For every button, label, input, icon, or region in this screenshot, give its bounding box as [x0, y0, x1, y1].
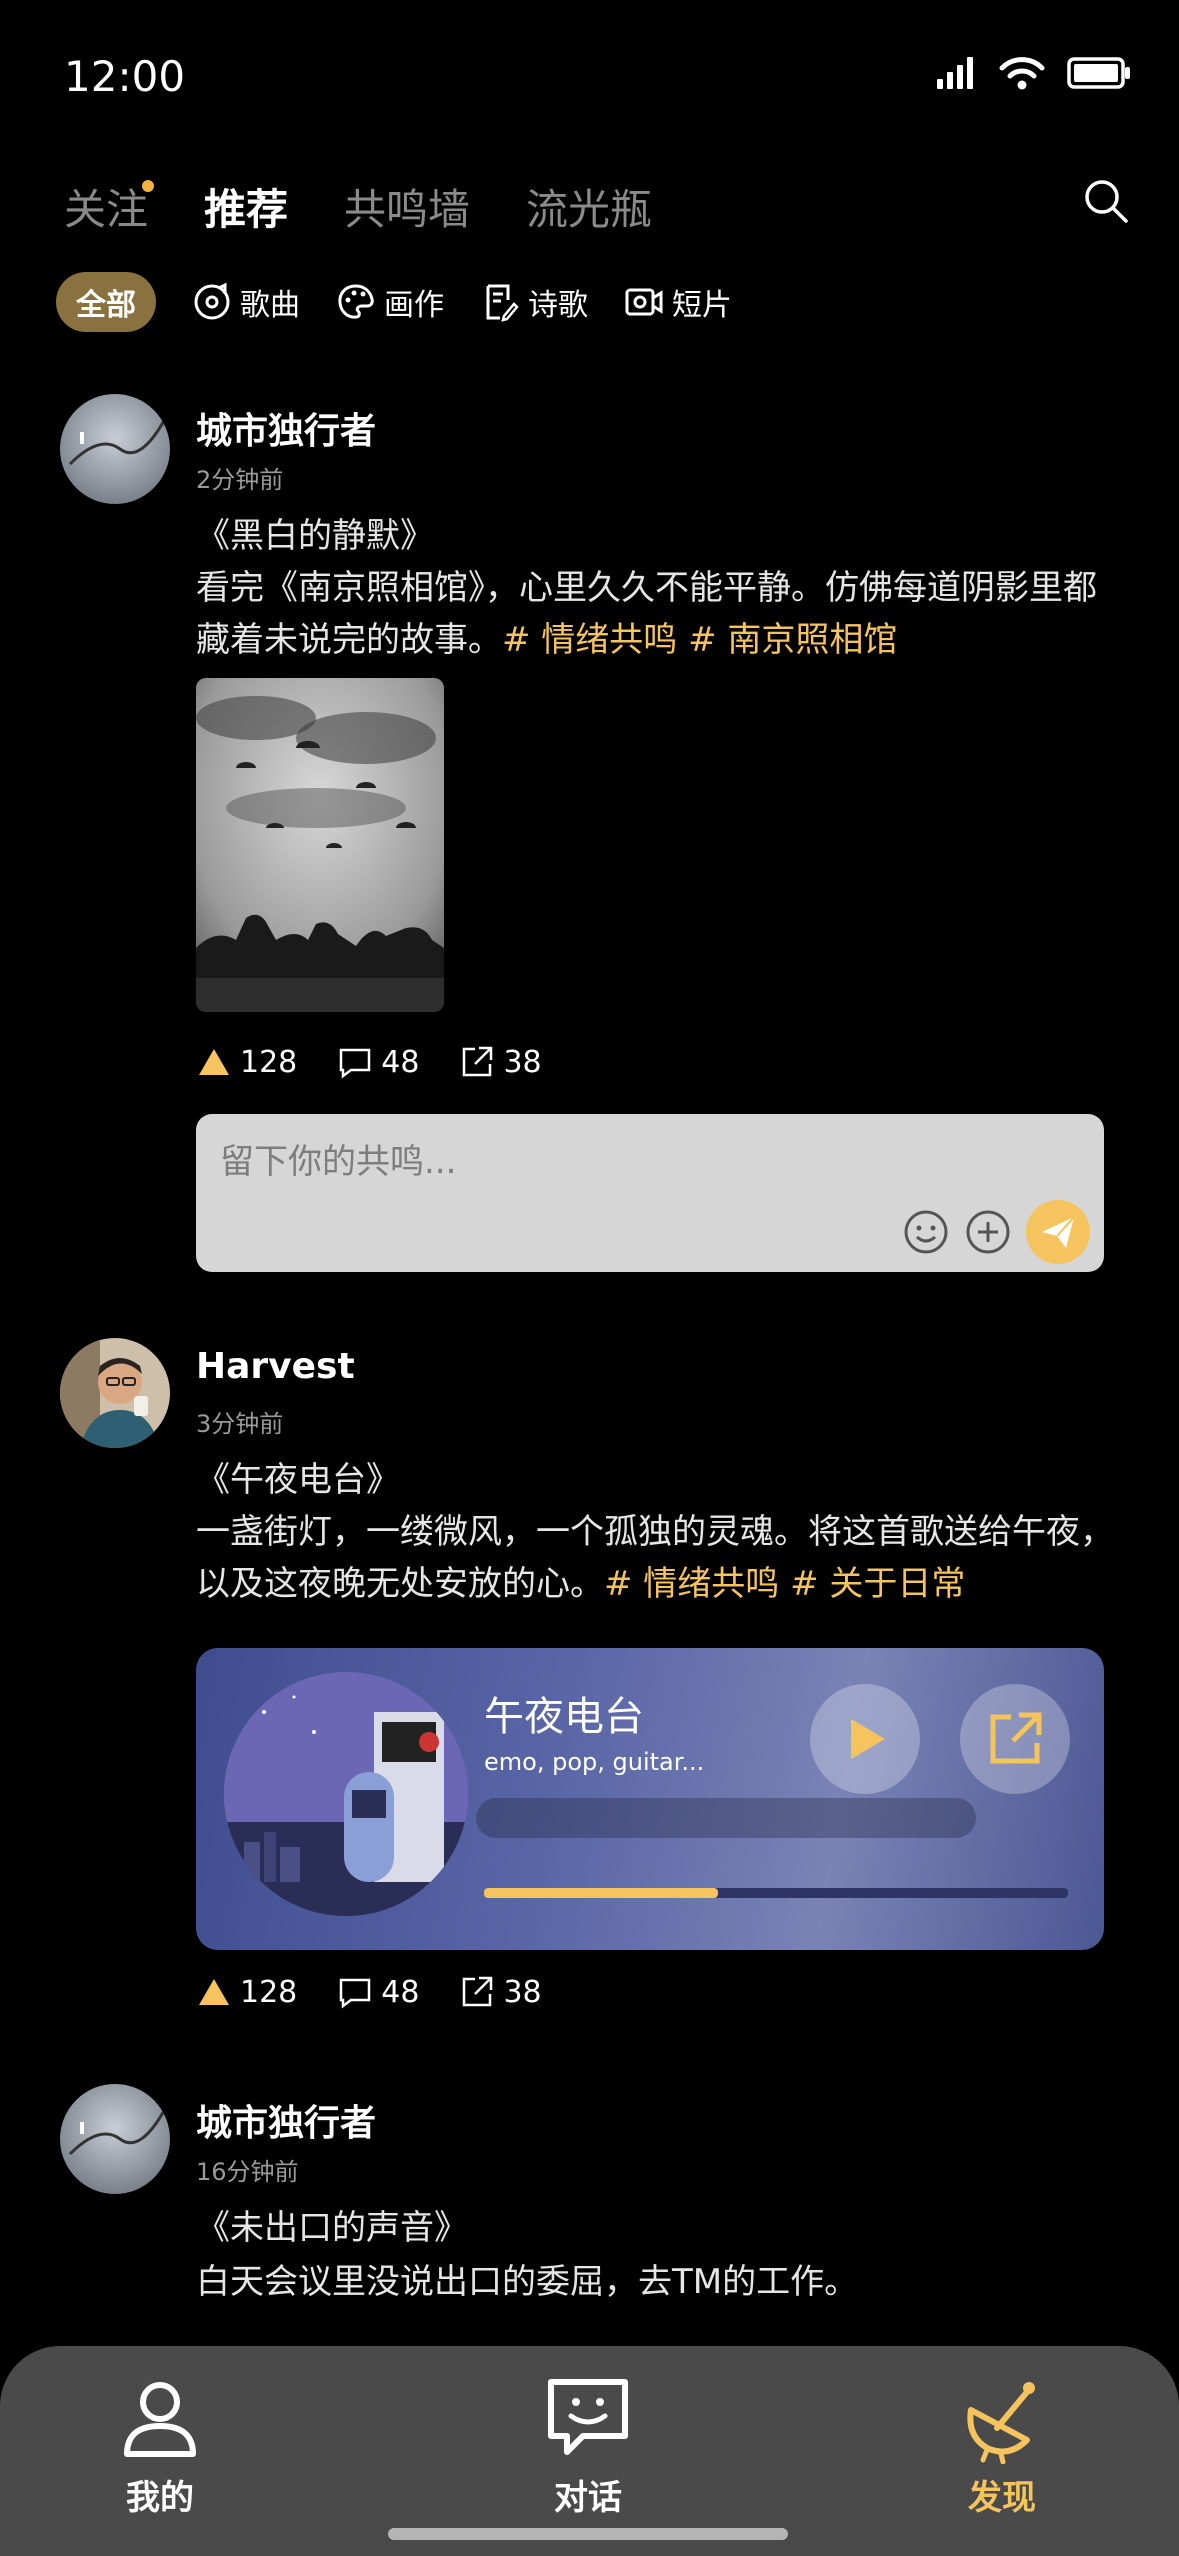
- avatar[interactable]: [60, 394, 170, 504]
- avatar[interactable]: [60, 1338, 170, 1448]
- like-stat[interactable]: 128: [196, 1044, 297, 1080]
- comment-icon: [340, 1978, 371, 2009]
- battery-icon: [1067, 57, 1130, 89]
- tab-light-bottle[interactable]: 流光瓶: [526, 176, 652, 237]
- post-stats: 128 48 38: [196, 1044, 542, 1080]
- open-external-button[interactable]: [960, 1684, 1070, 1794]
- comment-input[interactable]: 留下你的共鸣...: [196, 1114, 1104, 1272]
- comment-stat[interactable]: 48: [337, 1044, 419, 1080]
- tab-recommend[interactable]: 推荐: [204, 176, 288, 237]
- bottom-tab-bar: 我的 对话 发现: [0, 2346, 1179, 2556]
- resonance-triangle-icon: [199, 1979, 229, 2005]
- post-card: Harvest 3分钟前 《午夜电台》 一盏街灯，一缕微风，一个孤独的灵魂。将这…: [0, 1338, 1179, 2028]
- post-username[interactable]: 城市独行者: [196, 2094, 376, 2146]
- paper-plane-icon: [1042, 1216, 1075, 1248]
- comment-stat[interactable]: 48: [337, 1974, 419, 2010]
- post-username[interactable]: 城市独行者: [196, 402, 376, 454]
- post-body: 白天会议里没说出口的委屈，去TM的工作。: [196, 2262, 859, 2302]
- share-icon: [463, 1976, 493, 2007]
- tab-me[interactable]: 我的: [80, 2374, 240, 2519]
- poem-icon: [486, 284, 519, 322]
- music-card[interactable]: 午夜电台 emo, pop, guitar...: [196, 1648, 1104, 1950]
- hashtag[interactable]: # 情绪共鸣: [502, 620, 677, 660]
- filter-poems[interactable]: 诗歌: [480, 280, 588, 324]
- music-genres: emo, pop, guitar...: [484, 1748, 705, 1776]
- send-button[interactable]: [1026, 1200, 1090, 1264]
- resonance-triangle-icon: [199, 1049, 229, 1075]
- video-icon: [625, 288, 663, 316]
- tab-resonance-wall[interactable]: 共鸣墙: [344, 176, 470, 237]
- album-cover: [224, 1672, 468, 1916]
- share-stat[interactable]: 38: [459, 1044, 542, 1080]
- play-button[interactable]: [810, 1684, 920, 1794]
- filter-bar: 全部 歌曲 画作 诗歌 短片: [56, 272, 732, 332]
- blurred-background: [476, 1798, 976, 1838]
- share-stat[interactable]: 38: [459, 1974, 542, 2010]
- music-title: 午夜电台: [484, 1694, 644, 1740]
- post-stats: 128 48 38: [196, 1974, 542, 2010]
- comment-placeholder: 留下你的共鸣...: [220, 1142, 457, 1182]
- wifi-icon: [999, 57, 1045, 90]
- comment-icon: [340, 1048, 371, 1079]
- add-icon[interactable]: [964, 1208, 1012, 1256]
- post-image[interactable]: [196, 678, 444, 1012]
- music-disc-icon: [194, 282, 230, 320]
- satellite-dish-icon: [967, 2382, 1035, 2464]
- search-icon[interactable]: [1081, 176, 1131, 226]
- emoji-icon[interactable]: [902, 1208, 950, 1256]
- chat-smile-icon: [548, 2379, 628, 2455]
- post-title: 《午夜电台》: [196, 1460, 400, 1500]
- unread-dot: [142, 180, 155, 192]
- filter-all-chip[interactable]: 全部: [56, 272, 156, 332]
- filter-paintings[interactable]: 画作: [336, 280, 444, 324]
- music-progress-fill: [484, 1888, 718, 1898]
- post-title: 《黑白的静默》: [196, 516, 434, 556]
- post-card: 城市独行者 2分钟前 《黑白的静默》 看完《南京照相馆》，心里久久不能平静。仿佛…: [0, 390, 1179, 1290]
- post-body: 看完《南京照相馆》，心里久久不能平静。仿佛每道阴影里都藏着未说完的故事。# 情绪…: [196, 568, 1097, 660]
- hashtag[interactable]: # 情绪共鸣: [604, 1564, 779, 1604]
- hashtag[interactable]: # 南京照相馆: [688, 620, 897, 660]
- tab-discover[interactable]: 发现: [922, 2374, 1082, 2519]
- filter-videos[interactable]: 短片: [624, 280, 732, 324]
- status-bar: 12:00: [0, 0, 1179, 160]
- post-time: 16分钟前: [196, 2158, 299, 2186]
- tab-follow[interactable]: 关注: [64, 176, 155, 237]
- palette-icon: [338, 284, 374, 319]
- person-icon: [124, 2382, 196, 2457]
- post-time: 2分钟前: [196, 466, 284, 494]
- post-time: 3分钟前: [196, 1410, 284, 1438]
- avatar[interactable]: [60, 2084, 170, 2194]
- comment-actions: [902, 1200, 1090, 1264]
- external-link-icon: [990, 1712, 1042, 1764]
- tab-chat[interactable]: 对话: [508, 2374, 668, 2519]
- like-stat[interactable]: 128: [196, 1974, 297, 2010]
- share-icon: [463, 1046, 493, 1077]
- post-username[interactable]: Harvest: [196, 1346, 355, 1387]
- status-icons: [937, 56, 1131, 90]
- hashtag[interactable]: # 关于日常: [790, 1564, 965, 1604]
- top-nav: 关注 推荐 共鸣墙 流光瓶: [64, 176, 652, 237]
- filter-songs[interactable]: 歌曲: [192, 280, 300, 324]
- music-progress-bar[interactable]: [484, 1888, 1068, 1898]
- signal-icon: [937, 57, 973, 89]
- status-time: 12:00: [64, 52, 186, 101]
- play-icon: [851, 1719, 885, 1759]
- post-title: 《未出口的声音》: [196, 2208, 468, 2248]
- post-body: 一盏街灯，一缕微风，一个孤独的灵魂。将这首歌送给午夜，以及这夜晚无处安放的心。#…: [196, 1512, 1114, 1604]
- post-card: 城市独行者 16分钟前 《未出口的声音》 白天会议里没说出口的委屈，去TM的工作…: [0, 2084, 1179, 2344]
- home-indicator[interactable]: [388, 2528, 788, 2540]
